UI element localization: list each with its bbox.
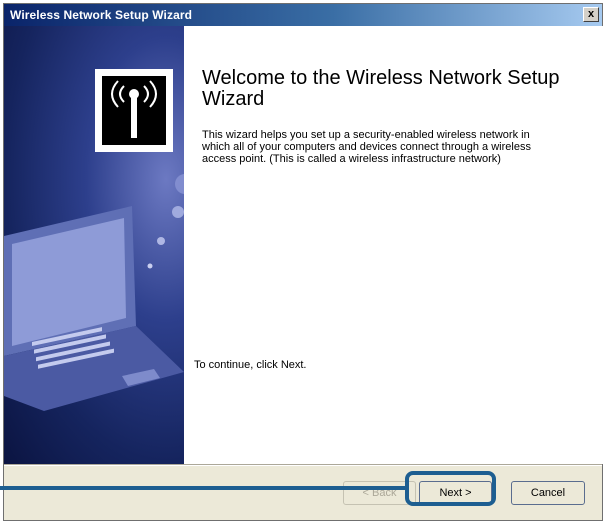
title-bar[interactable]: Wireless Network Setup Wizard x (4, 4, 602, 26)
glow-dot (157, 237, 165, 245)
continue-instruction: To continue, click Next. (194, 359, 307, 371)
laptop-illustration (4, 206, 184, 411)
divider (4, 464, 602, 466)
close-button[interactable]: x (583, 7, 599, 22)
wizard-window: Wireless Network Setup Wizard x Welcome … (3, 3, 603, 521)
glow-dot (147, 263, 153, 269)
callout-line (0, 486, 405, 490)
side-panel-artwork (4, 69, 184, 411)
cancel-button[interactable]: Cancel (511, 481, 585, 505)
wizard-content: Welcome to the Wireless Network Setup Wi… (184, 26, 603, 464)
wizard-description: This wizard helps you set up a security-… (202, 129, 531, 165)
wireless-antenna-icon (95, 69, 173, 152)
window-title: Wireless Network Setup Wizard (10, 8, 193, 22)
page-title: Welcome to the Wireless Network Setup Wi… (202, 67, 560, 110)
wizard-side-panel (4, 26, 184, 464)
next-button-highlight (405, 471, 496, 506)
glow-dot (172, 206, 184, 218)
glow-dot (175, 174, 184, 194)
